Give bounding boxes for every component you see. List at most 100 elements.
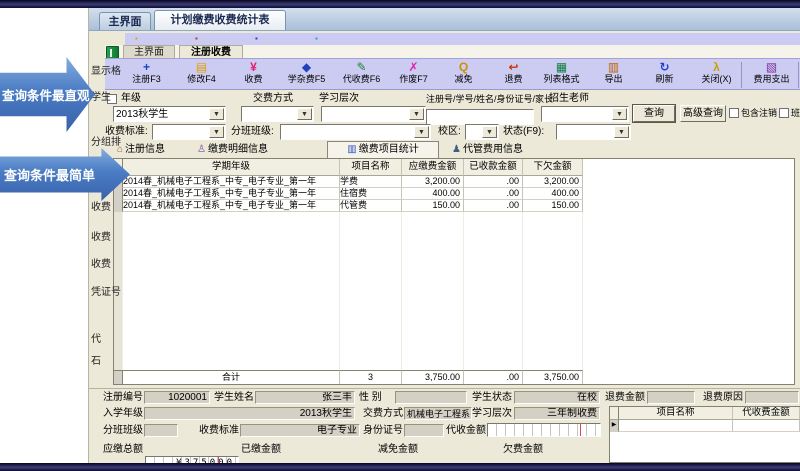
modify-f4-button[interactable]: ▤修改F4 <box>176 60 227 89</box>
export-button[interactable]: ▥导出 <box>588 60 639 89</box>
agency-table-header: 项目名称 代收费金额 <box>610 407 800 420</box>
class-combo[interactable]: ▼ <box>280 124 431 140</box>
column-header[interactable]: 已收款金额 <box>464 159 523 176</box>
study-level-combo[interactable]: ▼ <box>321 106 426 122</box>
chevron-down-icon[interactable]: ▼ <box>297 108 312 120</box>
button-label: 导出 <box>588 74 639 84</box>
pay-method-combo[interactable]: ▼ <box>241 106 314 122</box>
register-f3-button[interactable]: +注册F3 <box>121 60 172 89</box>
expense-button[interactable]: ▧费用支出 <box>746 60 797 89</box>
button-label: 刷新 <box>639 74 690 84</box>
class-detail-label: 分班班级 <box>103 424 143 437</box>
tab-main-screen[interactable]: 主界面 <box>99 12 151 30</box>
empty-cell <box>464 212 523 370</box>
query-button[interactable]: 查询 <box>633 105 675 122</box>
slide-canvas: { "callouts": { "top": "查询条件最直观", "botto… <box>0 0 800 470</box>
search-input[interactable] <box>426 109 534 125</box>
x-icon: ✗ <box>388 60 439 74</box>
grade-label: 年级 <box>121 93 141 105</box>
subtab-register-info[interactable]: ⌂注册信息 <box>117 142 193 158</box>
grid-header-row: 学期年级 项目名称 应缴费金额 已收款金额 下欠金额 <box>114 159 583 176</box>
column-header[interactable]: 应缴费金额 <box>402 159 464 176</box>
button-label: 列表格式 <box>536 74 587 84</box>
payable-total-label: 应缴总额 <box>103 443 143 456</box>
subtab-agency-fee-info[interactable]: ♟代管费用信息 <box>452 142 570 158</box>
grade-combo[interactable]: 2013秋学生▼ <box>113 106 226 122</box>
undo-icon: ↩ <box>488 60 539 74</box>
subtab-fee-item-stats[interactable]: ▥缴费项目统计 <box>327 141 439 158</box>
column-header[interactable]: 学期年级 <box>123 159 340 176</box>
button-label: 关闭(X) <box>691 74 742 84</box>
gender-label: 性 别 <box>359 391 382 404</box>
row-selector <box>114 188 123 200</box>
fee-standard-combo[interactable]: ▼ <box>152 124 226 140</box>
cell-received: .00 <box>464 200 523 212</box>
close-button[interactable]: λ关闭(X) <box>691 60 742 89</box>
inner-tab-main[interactable]: 主界面 <box>123 45 175 58</box>
refresh-button[interactable]: ↻刷新 <box>639 60 690 89</box>
table-row[interactable]: ▶ 2014春_机械电子工程系_中专_电子专业_第一年 学费 3,200.00 … <box>114 176 583 188</box>
cell-owed: 400.00 <box>523 188 583 200</box>
subtab-payment-detail[interactable]: ♙缴费明细信息 <box>197 142 309 158</box>
table-row[interactable]: 2014春_机械电子工程系_中专_电子专业_第一年 住宿费 400.00 .00… <box>114 188 583 200</box>
payable-total-digits: ¥375000 <box>145 456 239 463</box>
total-payable: 3,750.00 <box>402 370 464 384</box>
campus-combo[interactable]: ▼ <box>465 124 499 140</box>
chevron-down-icon[interactable]: ▼ <box>414 126 429 138</box>
column-header[interactable]: 下欠金额 <box>523 159 583 176</box>
chevron-down-icon[interactable]: ▼ <box>409 108 424 120</box>
partial-toolbar-icon: ▪ <box>135 33 138 45</box>
button-label: 费用支出 <box>746 74 797 84</box>
pencil-icon: ✎ <box>336 60 387 74</box>
column-header[interactable]: 项目名称 <box>619 407 733 420</box>
chevron-down-icon[interactable]: ▼ <box>612 108 627 120</box>
status-combo[interactable]: ▼ <box>556 124 631 140</box>
void-f7-button[interactable]: ✗作废F7 <box>388 60 439 89</box>
refund-reason-label: 退费原因 <box>703 391 743 404</box>
refund-amount-field <box>647 391 695 404</box>
include-cancelled-checkbox[interactable] <box>729 108 739 118</box>
id-card-field <box>404 424 444 437</box>
agency-fee-f6-button[interactable]: ✎代收费F6 <box>336 60 387 89</box>
cell-payable: 150.00 <box>402 200 464 212</box>
class-filter-label: 分班班级: <box>231 126 274 138</box>
advanced-query-button[interactable]: 高级查询 <box>680 105 726 122</box>
subtab-label: 缴费明细信息 <box>208 144 268 155</box>
plus-icon: + <box>121 60 172 74</box>
class-field <box>144 424 178 437</box>
tab-planned-fee-report[interactable]: 计划缴费收费统计表 <box>154 10 286 30</box>
empty-cell <box>123 212 340 370</box>
callout-text: 查询条件最简单 <box>4 165 95 184</box>
empty-cell <box>402 212 464 370</box>
chevron-down-icon[interactable]: ▼ <box>482 126 497 138</box>
chevron-down-icon[interactable]: ▼ <box>209 108 224 120</box>
cell-payable: 400.00 <box>402 188 464 200</box>
yuan-icon: ¥ <box>228 60 279 74</box>
app-window: 主界面 计划缴费收费统计表 ▪ ▪ ▪ ▪ 主界面 注册收费 +注册F3 ▤修改… <box>88 8 800 463</box>
column-header[interactable]: 代收费金额 <box>733 407 800 420</box>
button-label: 减免 <box>438 74 489 84</box>
column-header[interactable]: 项目名称 <box>340 159 402 176</box>
inner-tab-register-fee[interactable]: 注册收费 <box>179 45 243 58</box>
misc-fee-f5-button[interactable]: ◆学杂费F5 <box>281 60 332 89</box>
refund-button[interactable]: ↩退费 <box>488 60 539 89</box>
table-row[interactable]: 2014春_机械电子工程系_中专_电子专业_第一年 代管费 150.00 .00… <box>114 200 583 212</box>
waive-button[interactable]: Q减免 <box>438 60 489 89</box>
recruiter-combo[interactable]: ▼ <box>541 106 629 122</box>
table-row[interactable]: ▶ <box>610 420 800 432</box>
button-label: 收费 <box>228 74 279 84</box>
chevron-down-icon[interactable]: ▼ <box>209 126 224 138</box>
pay-method-label: 交费方式 <box>253 93 293 105</box>
callout-arrow-top: 查询条件最直观 <box>0 57 95 132</box>
person-icon: ♙ <box>197 144 206 155</box>
background-label: 收费 <box>91 228 106 243</box>
button-label: 代收费F6 <box>336 74 387 84</box>
list-format-button[interactable]: ▦列表格式 <box>536 60 587 89</box>
collect-fee-button[interactable]: ¥收费 <box>228 60 279 89</box>
toolbar: +注册F3 ▤修改F4 ¥收费 ◆学杂费F5 ✎代收费F6 ✗作废F7 Q减免 … <box>105 58 800 90</box>
class-fuzzy-checkbox[interactable] <box>779 108 789 118</box>
chevron-down-icon[interactable]: ▼ <box>614 126 629 138</box>
partial-toolbar-icon: ▪ <box>255 33 258 45</box>
study-level-field: 三年制收费 <box>514 407 600 420</box>
reg-no-field: 1020001 <box>144 391 210 404</box>
